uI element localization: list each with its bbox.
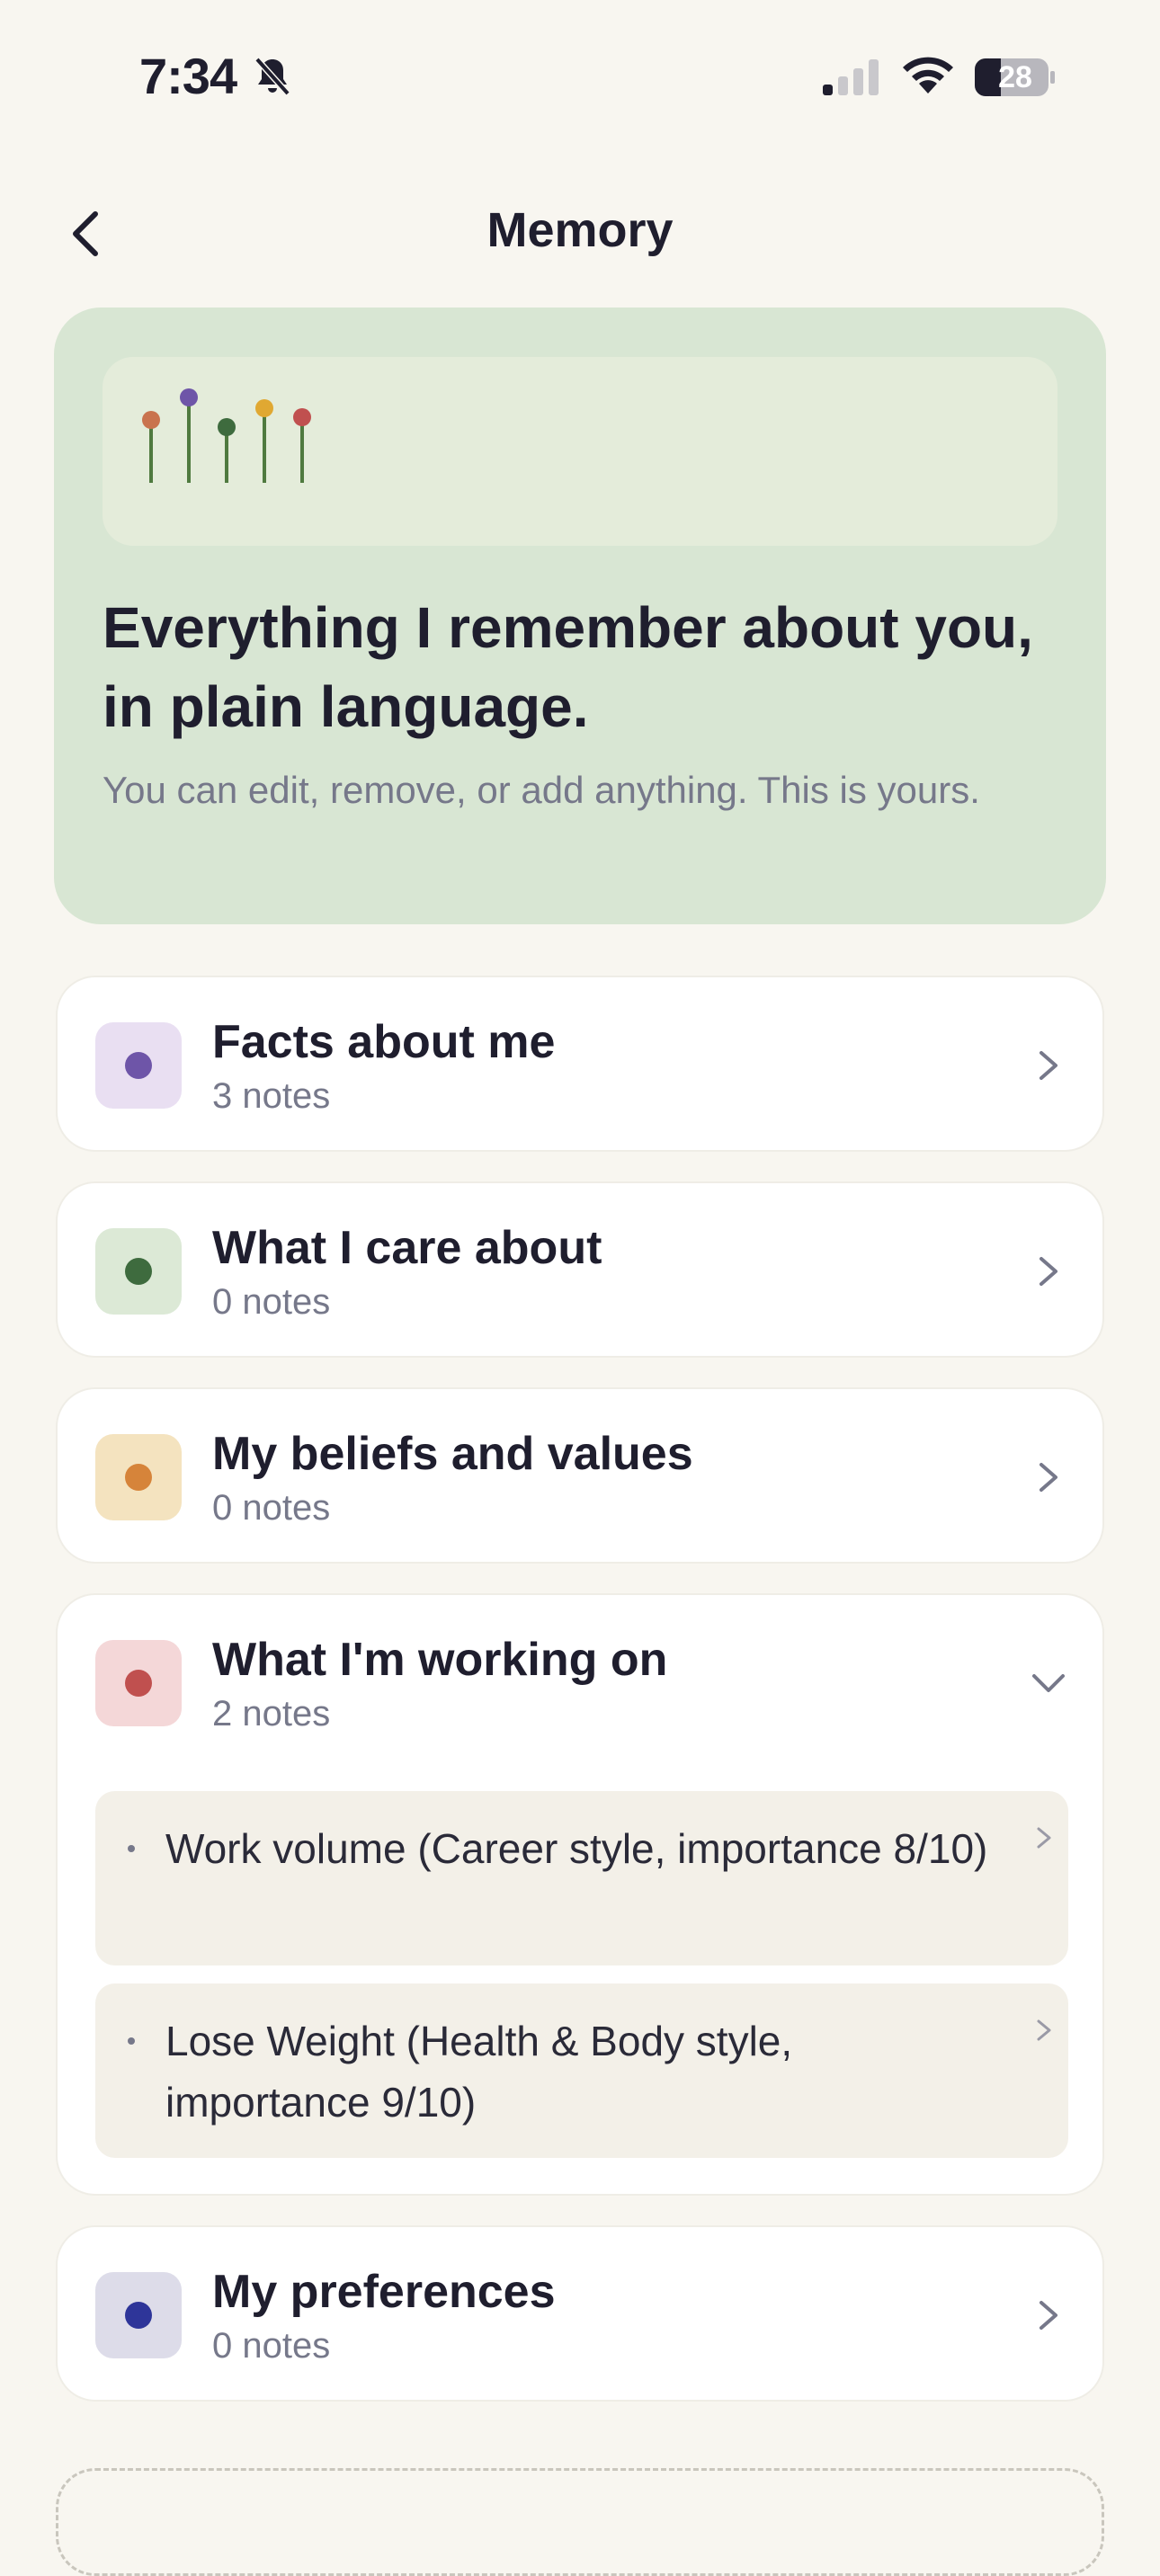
note-text: Lose Weight (Health & Body style, import… (165, 2018, 793, 2126)
note-item[interactable]: Lose Weight (Health & Body style, import… (95, 1983, 1068, 2158)
dot-icon (125, 1258, 152, 1285)
category-card-working-on: What I'm working on 2 notes Work volume … (56, 1593, 1104, 2196)
category-count: 2 notes (212, 1694, 331, 1734)
chevron-right-icon (1037, 1827, 1051, 1849)
category-title: What I care about (212, 1222, 602, 1274)
category-card-facts[interactable]: Facts about me 3 notes (56, 976, 1104, 1152)
hero-illustration (103, 357, 1057, 546)
category-count: 0 notes (212, 1282, 331, 1322)
category-icon (95, 1022, 182, 1109)
category-title: What I'm working on (212, 1634, 668, 1686)
status-bar: 7:34 28 (0, 0, 1160, 153)
category-count: 0 notes (212, 1488, 331, 1528)
category-header[interactable]: What I'm working on 2 notes (58, 1595, 1102, 1771)
category-icon (95, 1434, 182, 1520)
category-count: 3 notes (212, 1076, 331, 1116)
category-card-preferences[interactable]: My preferences 0 notes (56, 2225, 1104, 2402)
chevron-right-icon (1040, 1257, 1057, 1286)
wifi-icon (903, 57, 953, 94)
flower-stems-illustration (142, 388, 311, 483)
category-icon (95, 1228, 182, 1315)
chevron-right-icon (1040, 1051, 1057, 1080)
dot-icon (125, 1670, 152, 1697)
dot-icon (125, 1464, 152, 1491)
dot-icon (125, 1052, 152, 1079)
note-item[interactable]: Work volume (Career style, importance 8/… (95, 1791, 1068, 1965)
dot-icon (125, 2302, 152, 2329)
add-memory-box[interactable] (56, 2468, 1104, 2576)
chevron-down-icon (1032, 1674, 1065, 1692)
category-title: My preferences (212, 2266, 556, 2318)
category-card-care[interactable]: What I care about 0 notes (56, 1181, 1104, 1358)
status-time: 7:34 (139, 48, 237, 104)
hero-title: Everything I remember about you, in plai… (103, 595, 1033, 739)
bullet-icon (128, 1845, 135, 1852)
category-count: 0 notes (212, 2326, 331, 2366)
chevron-right-icon (1040, 2301, 1057, 2330)
category-icon (95, 2272, 182, 2358)
category-card-beliefs[interactable]: My beliefs and values 0 notes (56, 1387, 1104, 1564)
bell-slash-icon (254, 57, 290, 96)
note-text: Work volume (Career style, importance 8/… (165, 1825, 988, 1872)
bullet-icon (128, 2037, 135, 2045)
page-title: Memory (486, 203, 674, 257)
category-title: Facts about me (212, 1016, 556, 1068)
cellular-signal-icon (823, 59, 879, 95)
hero-card: Everything I remember about you, in plai… (54, 308, 1106, 924)
hero-subtitle: You can edit, remove, or add anything. T… (103, 769, 980, 811)
battery-level: 28 (998, 60, 1032, 94)
category-icon (95, 1640, 182, 1726)
chevron-right-icon (1040, 1463, 1057, 1492)
category-title: My beliefs and values (212, 1428, 693, 1480)
chevron-right-icon (1037, 2019, 1051, 2041)
